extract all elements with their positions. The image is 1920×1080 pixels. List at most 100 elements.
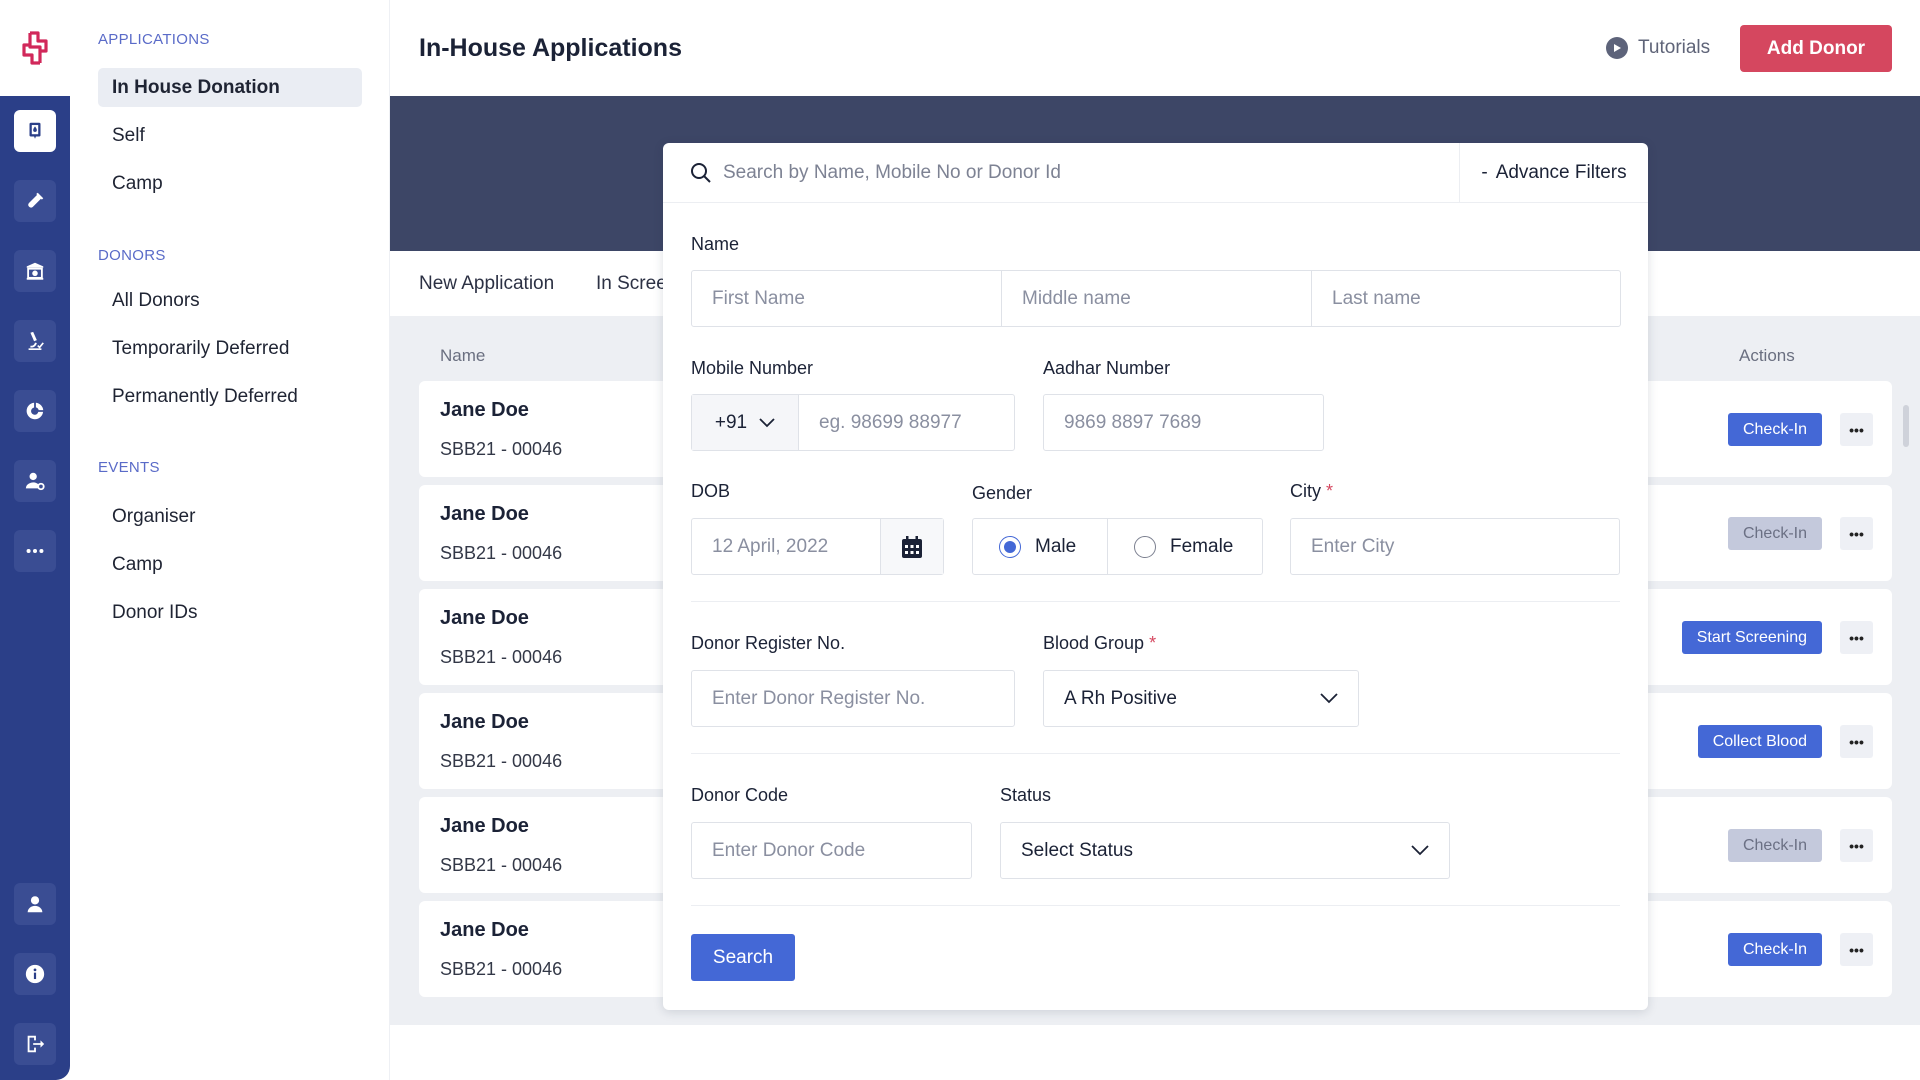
nav-item-self[interactable]: Self	[98, 116, 362, 155]
row-action-button[interactable]: Collect Blood	[1697, 725, 1822, 758]
donor-register-input[interactable]	[692, 671, 1014, 726]
nav-section-events: EVENTS	[98, 459, 160, 476]
rail-reports[interactable]	[14, 390, 56, 432]
nav-item-temporarily-deferred[interactable]: Temporarily Deferred	[98, 329, 362, 368]
radio-unselected	[1134, 535, 1156, 558]
rail-info[interactable]	[14, 953, 56, 995]
city-label-text: City	[1290, 481, 1321, 501]
gender-radio-group: Male Female	[972, 518, 1263, 575]
pie-chart-icon	[26, 402, 44, 420]
chevron-down-icon	[759, 417, 775, 427]
name-label: Name	[691, 234, 740, 254]
search-input[interactable]	[723, 153, 1423, 193]
logout-icon	[27, 1035, 45, 1053]
row-more-options-button[interactable]: •••	[1840, 621, 1873, 654]
rail-blood-bank[interactable]	[14, 250, 56, 292]
donor-name: Jane Doe	[440, 399, 529, 421]
donor-code-input[interactable]	[692, 823, 971, 878]
row-action-button[interactable]: Check-In	[1727, 829, 1822, 862]
country-code-select[interactable]: +91	[692, 395, 799, 450]
microscope-icon	[28, 331, 44, 350]
aadhar-input[interactable]	[1044, 395, 1323, 450]
row-action-button[interactable]: Check-In	[1727, 413, 1822, 446]
donor-code-label: Donor Code	[691, 785, 789, 805]
dob-field	[691, 518, 944, 575]
donor-id: SBB21 - 00046	[440, 439, 563, 459]
search-button[interactable]: Search	[691, 934, 795, 981]
row-more-options-button[interactable]: •••	[1840, 413, 1873, 446]
city-field	[1290, 518, 1620, 575]
rail-more[interactable]	[14, 530, 56, 572]
donor-id: SBB21 - 00046	[440, 751, 563, 771]
rail-logout[interactable]	[14, 1023, 56, 1065]
blood-group-label-text: Blood Group	[1043, 633, 1145, 653]
logo[interactable]	[0, 0, 70, 96]
advance-filters-toggle[interactable]: - Advance Filters	[1459, 143, 1648, 203]
nav-item-in-house-donation[interactable]: In House Donation	[98, 68, 362, 107]
calendar-button[interactable]	[880, 519, 943, 574]
gender-female-label: Female	[1170, 535, 1234, 557]
first-name-input[interactable]	[692, 271, 1001, 326]
blood-bank-icon	[26, 262, 44, 280]
rail-user-settings[interactable]	[14, 460, 56, 502]
blood-group-select[interactable]: A Rh Positive	[1043, 670, 1359, 727]
middle-name-segment	[1002, 271, 1312, 326]
row-more-options-button[interactable]: •••	[1840, 829, 1873, 862]
donor-id: SBB21 - 00046	[440, 543, 563, 563]
rail-profile[interactable]	[14, 883, 56, 925]
column-header-actions: Actions	[1739, 346, 1795, 365]
user-icon	[27, 896, 43, 913]
footer-area	[390, 1025, 1920, 1080]
row-more-options-button[interactable]: •••	[1840, 517, 1873, 550]
tutorials-label: Tutorials	[1638, 37, 1711, 58]
nav-item-event-camp[interactable]: Camp	[98, 545, 362, 584]
donor-register-field	[691, 670, 1015, 727]
gender-male-option[interactable]: Male	[973, 519, 1108, 574]
row-action-button[interactable]: Check-In	[1727, 517, 1822, 550]
city-input[interactable]	[1291, 519, 1619, 574]
tab-in-screening[interactable]: In Scree	[596, 273, 667, 295]
aadhar-field	[1043, 394, 1324, 451]
nav-section-donors: DONORS	[98, 247, 166, 264]
page-title: In-House Applications	[419, 34, 682, 62]
mobile-input[interactable]	[799, 395, 1014, 450]
collapse-icon: -	[1481, 162, 1488, 183]
blood-bag-icon	[29, 122, 41, 139]
rail-lab[interactable]	[14, 320, 56, 362]
status-select[interactable]: Select Status	[1000, 822, 1450, 879]
donor-id: SBB21 - 00046	[440, 855, 563, 875]
tab-new-application[interactable]: New Application	[419, 273, 554, 295]
calendar-icon	[902, 535, 922, 558]
tutorials-link[interactable]: Tutorials	[1606, 37, 1710, 59]
nav-item-donor-ids[interactable]: Donor IDs	[98, 593, 362, 632]
chevron-down-icon	[1320, 693, 1338, 704]
last-name-input[interactable]	[1312, 271, 1620, 326]
table-scrollbar[interactable]	[1903, 405, 1909, 447]
gender-female-option[interactable]: Female	[1108, 519, 1262, 574]
rail-background	[0, 96, 70, 1080]
play-circle-icon	[1606, 37, 1628, 59]
middle-name-input[interactable]	[1002, 271, 1311, 326]
gender-male-label: Male	[1035, 535, 1077, 557]
more-icon	[26, 548, 44, 554]
rail-test-tube[interactable]	[14, 180, 56, 222]
search-icon	[691, 163, 711, 183]
row-more-options-button[interactable]: •••	[1840, 725, 1873, 758]
last-name-segment	[1312, 271, 1620, 326]
add-donor-button[interactable]: Add Donor	[1740, 25, 1892, 72]
nav-item-organiser[interactable]: Organiser	[98, 497, 362, 536]
search-bar: - Advance Filters	[663, 143, 1648, 203]
advanced-filter-panel: - Advance Filters Name Mobile Number +91…	[663, 143, 1648, 1010]
blood-group-value: A Rh Positive	[1064, 687, 1177, 709]
required-marker: *	[1149, 633, 1157, 653]
nav-item-camp[interactable]: Camp	[98, 164, 362, 203]
nav-item-permanently-deferred[interactable]: Permanently Deferred	[98, 377, 362, 416]
row-more-options-button[interactable]: •••	[1840, 933, 1873, 966]
divider	[691, 753, 1620, 754]
dob-input[interactable]	[692, 519, 882, 574]
row-action-button[interactable]: Check-In	[1727, 933, 1822, 966]
divider	[691, 905, 1620, 906]
row-action-button[interactable]: Start Screening	[1681, 621, 1822, 654]
rail-blood-bag[interactable]	[14, 110, 56, 152]
nav-item-all-donors[interactable]: All Donors	[98, 281, 362, 320]
